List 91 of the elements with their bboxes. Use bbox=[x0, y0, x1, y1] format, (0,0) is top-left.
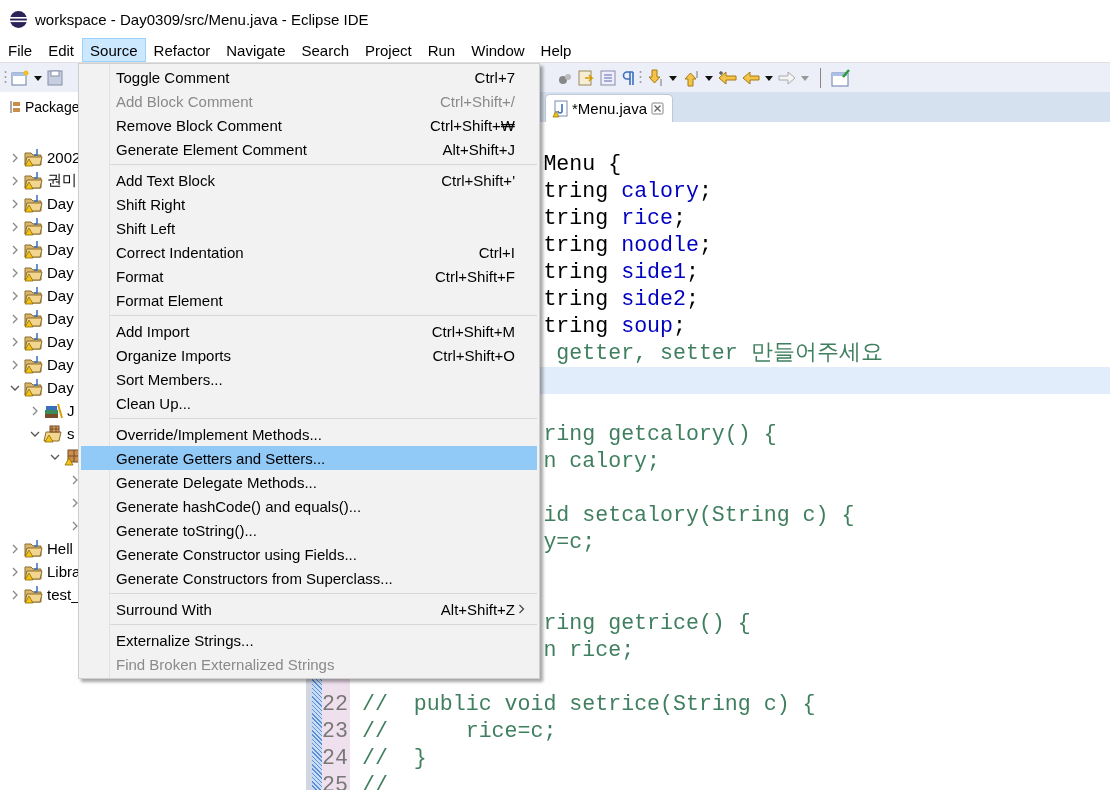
tree-item[interactable]: Hell bbox=[47, 540, 73, 557]
menu-bar-item[interactable]: File bbox=[0, 38, 41, 62]
code-line: Menu { bbox=[543, 152, 622, 176]
menu-item[interactable]: Generate Constructors from Superclass... bbox=[81, 566, 537, 590]
project-folder-icon[interactable] bbox=[23, 332, 43, 351]
project-folder-icon[interactable] bbox=[23, 194, 43, 213]
tree-item[interactable]: Day bbox=[47, 333, 74, 350]
code-line: // } bbox=[362, 746, 427, 770]
menu-item[interactable]: Generate Constructor using Fields... bbox=[81, 542, 537, 566]
menu-item[interactable]: Shift Right bbox=[81, 192, 537, 216]
tree-item[interactable]: Day bbox=[47, 356, 74, 373]
view-tab[interactable]: Package bbox=[25, 99, 80, 115]
project-folder-icon[interactable] bbox=[23, 240, 43, 259]
code-line: tring soup; bbox=[543, 314, 686, 338]
code-line: tring noodle; bbox=[543, 233, 712, 257]
tree-item[interactable]: s bbox=[67, 425, 75, 442]
code-line: n calory; bbox=[543, 449, 661, 473]
menu-bar-item[interactable]: Search bbox=[293, 38, 357, 62]
tree-item[interactable]: Day bbox=[47, 379, 74, 396]
project-folder-icon[interactable] bbox=[23, 378, 43, 397]
app-icon bbox=[9, 9, 28, 29]
menu-bar-item[interactable]: Navigate bbox=[218, 38, 294, 62]
menu-bar-item[interactable]: Source bbox=[82, 38, 146, 62]
project-folder-icon[interactable] bbox=[23, 309, 43, 328]
menu-item[interactable]: Clean Up... bbox=[81, 391, 537, 415]
code-line: tring rice; bbox=[543, 206, 686, 230]
code-line: ring getrice() { bbox=[543, 611, 751, 635]
menu-item[interactable]: Generate Getters and Setters... bbox=[81, 446, 537, 470]
close-icon[interactable] bbox=[651, 102, 665, 115]
code-line: // public void setrice(String c) { bbox=[362, 692, 816, 716]
menu-bar-item[interactable]: Edit bbox=[40, 38, 83, 62]
project-folder-icon[interactable] bbox=[23, 148, 43, 167]
code-line: getter, setter 만들어주세요 bbox=[555, 341, 883, 365]
menu-item[interactable]: Correct Indentation Ctrl+I bbox=[81, 240, 537, 264]
code-line: ring getcalory() { bbox=[543, 422, 777, 446]
tree-item[interactable]: J bbox=[67, 402, 75, 419]
menu-item[interactable]: Add Import Ctrl+Shift+M bbox=[81, 319, 537, 343]
line-number: 22 bbox=[322, 692, 348, 716]
books-icon[interactable] bbox=[43, 401, 63, 420]
menu-item[interactable]: Format Element bbox=[81, 288, 537, 312]
pilcrow-icon[interactable] bbox=[621, 69, 635, 86]
source-folder-icon[interactable] bbox=[43, 424, 63, 443]
menu-item[interactable]: Generate toString()... bbox=[81, 518, 537, 542]
tree-item[interactable]: Day bbox=[47, 195, 74, 212]
project-folder-icon[interactable] bbox=[23, 171, 43, 190]
project-folder-icon[interactable] bbox=[23, 585, 43, 604]
editor-tab[interactable]: *Menu.java bbox=[545, 94, 674, 122]
menu-item[interactable]: Override/Implement Methods... bbox=[81, 422, 537, 446]
project-folder-icon[interactable] bbox=[23, 539, 43, 558]
line-number: 23 bbox=[322, 719, 348, 743]
tree-item[interactable]: Day bbox=[47, 218, 74, 235]
menu-item[interactable]: Generate Delegate Methods... bbox=[81, 470, 537, 494]
code-line: tring side2; bbox=[543, 287, 699, 311]
menu-item[interactable]: Add Text Block Ctrl+Shift+' bbox=[81, 168, 537, 192]
tree-item[interactable]: Day bbox=[47, 264, 74, 281]
tree-item[interactable]: Day bbox=[47, 310, 74, 327]
code-line: id setcalory(String c) { bbox=[543, 503, 855, 527]
project-folder-icon[interactable] bbox=[23, 562, 43, 581]
project-folder-icon[interactable] bbox=[23, 355, 43, 374]
tree-item[interactable]: Day bbox=[47, 287, 74, 304]
project-folder-icon[interactable] bbox=[23, 286, 43, 305]
package-explorer-icon[interactable] bbox=[9, 100, 21, 114]
menu-item[interactable]: Remove Block Comment Ctrl+Shift+₩ bbox=[81, 113, 537, 137]
code-line: tring calory; bbox=[543, 179, 712, 203]
tree-item[interactable]: Day bbox=[47, 241, 74, 258]
menu-item[interactable]: Organize Imports Ctrl+Shift+O bbox=[81, 343, 537, 367]
window-title: workspace - Day0309/src/Menu.java - Eclipse IDE bbox=[35, 10, 369, 28]
menu-item[interactable]: Externalize Strings... bbox=[81, 628, 537, 652]
code-line: n rice; bbox=[543, 638, 635, 662]
menu-item[interactable]: Generate Element Comment Alt+Shift+J bbox=[81, 137, 537, 161]
menu-item[interactable]: Sort Members... bbox=[81, 367, 537, 391]
java-file-icon bbox=[552, 99, 568, 118]
menu-item[interactable]: Surround With Alt+Shift+Z bbox=[81, 597, 537, 621]
menu-bar-item[interactable]: Run bbox=[419, 38, 464, 62]
menu-bar-item[interactable]: Window bbox=[463, 38, 533, 62]
menu-item[interactable]: Shift Left bbox=[81, 216, 537, 240]
block-selection-icon[interactable] bbox=[599, 68, 617, 87]
line-number: 24 bbox=[322, 746, 348, 770]
tree-item[interactable]: 권미 bbox=[47, 171, 77, 190]
menu-bar-item[interactable]: Help bbox=[532, 38, 580, 62]
code-line: tring side1; bbox=[543, 260, 699, 284]
code-line: y=c; bbox=[543, 530, 596, 554]
menu-item[interactable]: Format Ctrl+Shift+F bbox=[81, 264, 537, 288]
tree-item[interactable]: test_ bbox=[47, 586, 80, 603]
menu-bar-item[interactable]: Project bbox=[357, 38, 420, 62]
menu-bar-item[interactable]: Refactor bbox=[145, 38, 219, 62]
menu-item[interactable]: Generate hashCode() and equals()... bbox=[81, 494, 537, 518]
code-line: // rice=c; bbox=[362, 719, 557, 743]
pin-window-icon[interactable] bbox=[831, 68, 851, 87]
project-folder-icon[interactable] bbox=[23, 263, 43, 282]
project-folder-icon[interactable] bbox=[23, 217, 43, 236]
